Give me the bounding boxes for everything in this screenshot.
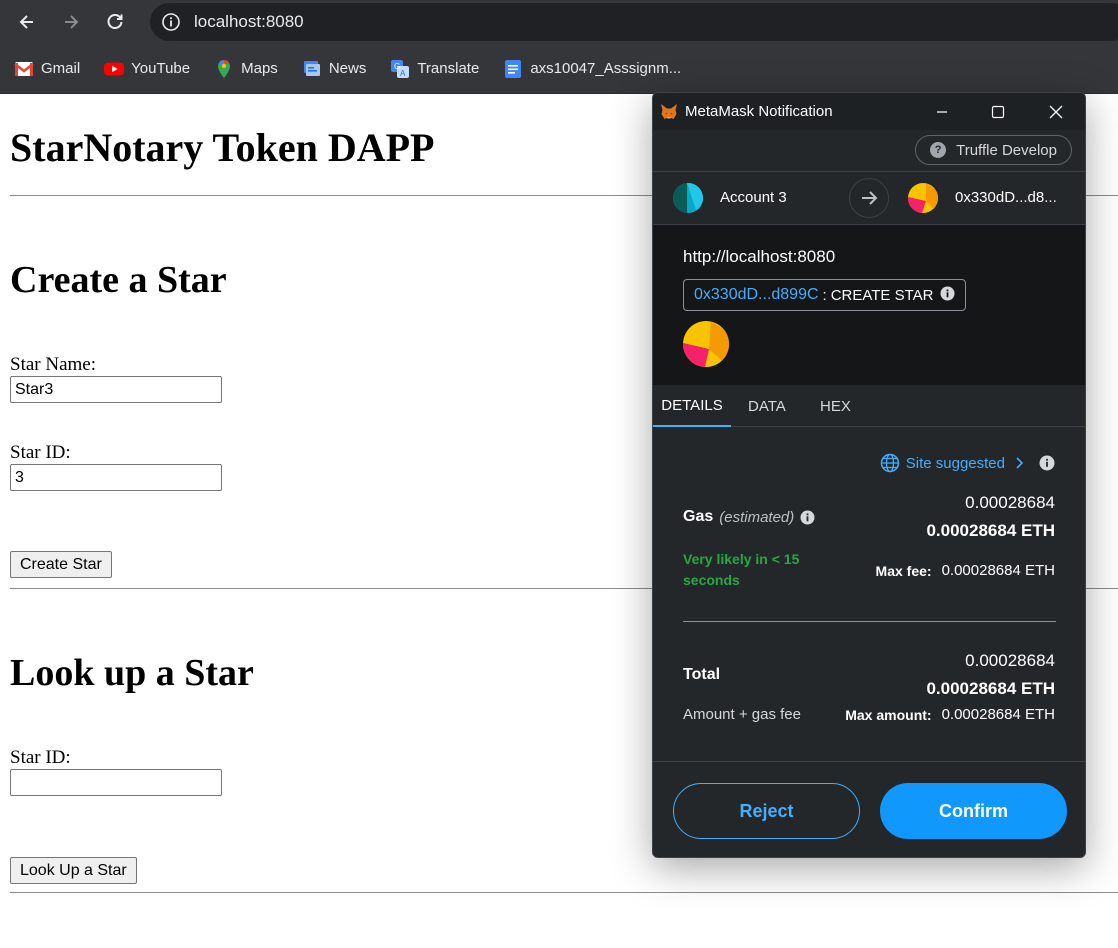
- info-icon[interactable]: [1039, 455, 1055, 471]
- lookup-star-id-input[interactable]: [10, 769, 222, 796]
- max-amount-label: Max amount:: [845, 706, 932, 723]
- total-label: Total: [683, 666, 721, 683]
- lookup-star-heading: Look up a Star: [10, 652, 254, 694]
- reload-button[interactable]: [100, 7, 130, 37]
- browser-toolbar: localhost:8080: [0, 0, 1118, 44]
- bookmark-gmail[interactable]: Gmail: [0, 53, 90, 85]
- lookup-star-id-label: Star ID:: [10, 747, 71, 768]
- star-name-label: Star Name:: [10, 354, 97, 375]
- bookmark-news[interactable]: News: [288, 53, 377, 85]
- gmail-icon: [14, 59, 34, 79]
- star-name-input[interactable]: Star3: [10, 376, 222, 403]
- site-info-icon[interactable]: [161, 12, 181, 32]
- divider: [10, 892, 1118, 893]
- origin-url: http://localhost:8080: [683, 247, 836, 266]
- to-account-avatar: [908, 183, 938, 213]
- close-icon[interactable]: [1033, 93, 1079, 130]
- total-value: 0.00028684: [965, 651, 1055, 670]
- contract-avatar: [683, 321, 729, 367]
- gas-label-row: Gas (estimated): [683, 508, 815, 526]
- info-icon[interactable]: [800, 510, 815, 525]
- contract-address-link[interactable]: 0x330dD...d899C: [694, 286, 819, 304]
- maps-icon: [214, 59, 234, 79]
- maximize-icon[interactable]: [975, 93, 1021, 130]
- tab-hex[interactable]: HEX: [820, 385, 851, 427]
- docs-icon: [503, 59, 523, 79]
- minimize-icon[interactable]: [919, 93, 965, 130]
- window-title: MetaMask Notification: [685, 103, 833, 120]
- network-selector[interactable]: ? Truffle Develop: [915, 135, 1072, 165]
- forward-button[interactable]: [56, 7, 86, 37]
- max-fee-label: Max fee:: [875, 562, 932, 579]
- page-title: StarNotary Token DAPP: [10, 125, 435, 170]
- network-name: Truffle Develop: [956, 141, 1057, 159]
- bookmark-youtube[interactable]: YouTube: [90, 53, 200, 85]
- gas-speed-estimate: Very likely in < 15 seconds: [683, 551, 800, 588]
- divider: [683, 621, 1056, 622]
- arrow-right-icon: [862, 191, 878, 205]
- bookmark-label: News: [328, 60, 367, 77]
- metamask-notification-window: MetaMask Notification ? Truffle Develop …: [652, 92, 1086, 858]
- news-icon: [302, 59, 322, 79]
- reload-icon: [107, 14, 123, 29]
- from-account-avatar: [673, 183, 703, 213]
- bookmark-maps[interactable]: Maps: [200, 53, 288, 85]
- method-name: CREATE STAR: [830, 286, 934, 304]
- bookmark-label: YouTube: [131, 60, 191, 77]
- tab-details[interactable]: DETAILS: [653, 385, 731, 427]
- max-fee-value: 0.00028684 ETH: [941, 562, 1055, 579]
- site-suggested-label: Site suggested: [905, 454, 1005, 472]
- question-icon: ?: [930, 142, 947, 158]
- amount-plus-gas-label: Amount + gas fee: [683, 706, 801, 723]
- transaction-tabs: DETAILS DATA HEX: [653, 385, 1085, 427]
- bookmark-label: Gmail: [41, 60, 81, 77]
- gas-label: Gas: [683, 508, 714, 525]
- bookmark-label: Translate: [417, 60, 480, 77]
- window-titlebar: MetaMask Notification: [653, 93, 1085, 130]
- action-footer: Reject Confirm: [653, 761, 1085, 857]
- bookmark-label: axs10047_Asssignm...: [530, 60, 682, 77]
- lookup-star-button[interactable]: Look Up a Star: [10, 857, 137, 884]
- max-amount-row: Max amount: 0.00028684 ETH: [845, 706, 1055, 723]
- create-star-button[interactable]: Create Star: [10, 551, 112, 578]
- youtube-icon: [104, 59, 125, 79]
- info-icon[interactable]: [940, 286, 955, 305]
- star-id-input[interactable]: 3: [10, 464, 222, 491]
- method-separator: :: [822, 286, 827, 304]
- confirm-button[interactable]: Confirm: [880, 783, 1067, 839]
- bookmarks-bar: Gmail YouTube Maps News GA Translate axs…: [0, 44, 1118, 94]
- metamask-fox-icon: [659, 102, 679, 122]
- reject-button[interactable]: Reject: [673, 783, 860, 839]
- network-row: ? Truffle Develop: [653, 130, 1085, 172]
- create-star-heading: Create a Star: [10, 259, 227, 301]
- svg-text:A: A: [400, 69, 406, 78]
- bookmark-translate[interactable]: GA Translate: [376, 53, 489, 85]
- transfer-arrow: [849, 178, 889, 218]
- star-id-label: Star ID:: [10, 442, 71, 463]
- from-account-name[interactable]: Account 3: [720, 189, 787, 206]
- bookmark-docs[interactable]: axs10047_Asssignm...: [489, 53, 691, 85]
- globe-icon: [880, 453, 899, 473]
- max-fee-row: Max fee: 0.00028684 ETH: [876, 562, 1055, 579]
- arrow-left-icon: [19, 15, 33, 29]
- account-transfer-row: Account 3 0x330dD...d8...: [653, 172, 1085, 225]
- translate-icon: GA: [390, 59, 410, 79]
- tab-data[interactable]: DATA: [748, 385, 786, 427]
- contract-method-box: 0x330dD...d899C : CREATE STAR: [683, 279, 966, 311]
- gas-estimated-label: (estimated): [719, 508, 795, 526]
- address-bar[interactable]: localhost:8080: [150, 3, 1118, 41]
- site-suggested-link[interactable]: Site suggested: [880, 453, 1055, 473]
- back-button[interactable]: [12, 7, 42, 37]
- bookmark-label: Maps: [241, 60, 278, 77]
- gas-value-eth: 0.00028684 ETH: [926, 521, 1055, 540]
- gas-value: 0.00028684: [965, 493, 1055, 512]
- total-value-eth: 0.00028684 ETH: [926, 679, 1055, 698]
- transaction-origin-panel: http://localhost:8080 0x330dD...d899C : …: [653, 225, 1085, 385]
- chevron-right-icon: [1016, 457, 1024, 469]
- max-amount-value: 0.00028684 ETH: [941, 706, 1055, 723]
- arrow-right-icon: [65, 15, 79, 29]
- address-url[interactable]: localhost:8080: [194, 12, 304, 32]
- to-account-address[interactable]: 0x330dD...d8...: [955, 189, 1057, 206]
